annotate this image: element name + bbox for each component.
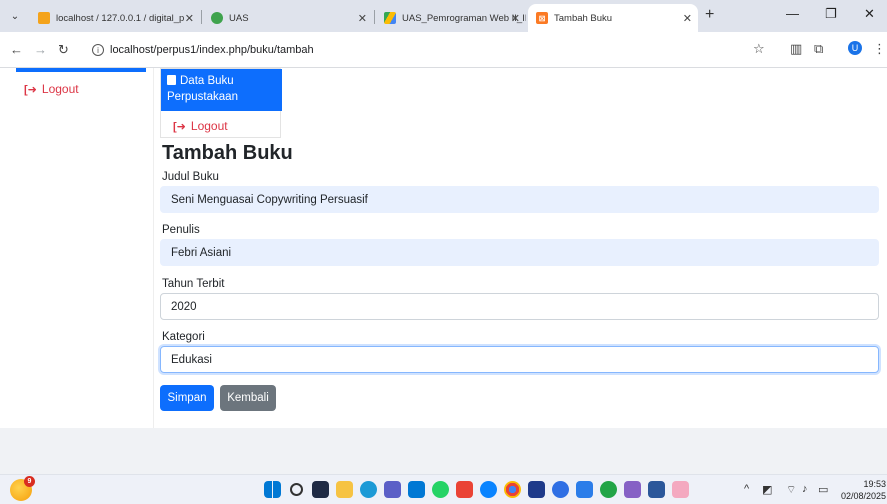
bookmark-star-icon[interactable]: ☆ — [753, 41, 765, 57]
menu-kebab-icon[interactable]: ⋮ — [873, 41, 886, 57]
reload-icon[interactable]: ↻ — [58, 42, 69, 58]
browser-tab-strip: ⌄ localhost / 127.0.0.1 / digital_p ✕ UA… — [0, 0, 887, 32]
chat-icon[interactable] — [480, 481, 497, 498]
profile-avatar-icon[interactable]: U — [848, 41, 862, 55]
tab-tambah-buku[interactable]: ⊠ Tambah Buku ✕ — [528, 4, 698, 32]
gmail-icon[interactable] — [456, 481, 473, 498]
submenu-logout-link[interactable]: [➜ Logout — [173, 119, 228, 133]
site-info-icon[interactable]: i — [92, 44, 104, 56]
logout-label: Logout — [41, 82, 79, 96]
close-icon[interactable]: ✕ — [185, 12, 194, 25]
windows-taskbar: 9 ^ ◩ ⌔ ♪ ▭ 19:53 02/08/2025 — [0, 474, 887, 504]
judul-buku-input[interactable]: Seni Menguasai Copywriting Persuasif — [160, 186, 879, 213]
system-clock[interactable]: 19:53 02/08/2025 — [836, 478, 886, 502]
tray-chevron-up-icon[interactable]: ^ — [744, 483, 749, 495]
close-icon[interactable]: ✕ — [683, 12, 692, 25]
tab-divider — [374, 10, 375, 24]
visual-studio-icon[interactable] — [624, 481, 641, 498]
judul-buku-label: Judul Buku — [162, 171, 219, 183]
menu-item-row: Data Buku — [167, 73, 282, 89]
xampp-icon: ⊠ — [536, 12, 548, 24]
forward-arrow-icon[interactable]: → — [34, 42, 47, 57]
menu-item-data-buku[interactable]: Data Buku Perpustakaan — [161, 69, 282, 111]
whatsapp-icon[interactable] — [432, 481, 449, 498]
green-leaf-icon — [211, 12, 223, 24]
reading-list-icon[interactable]: ▥ — [790, 41, 802, 57]
kategori-input[interactable]: Edukasi — [160, 346, 879, 373]
tab-divider — [201, 10, 202, 24]
tahun-terbit-value: 2020 — [171, 300, 197, 313]
page-title: Tambah Buku — [162, 142, 293, 164]
tab-label: UAS — [229, 12, 249, 24]
simpan-button[interactable]: Simpan — [160, 385, 214, 411]
penulis-value: Febri Asiani — [171, 246, 232, 259]
weather-widget-icon[interactable]: 9 — [10, 476, 35, 501]
minimize-icon[interactable]: — — [786, 6, 799, 21]
snipping-tool-icon[interactable] — [672, 481, 689, 498]
phpmyadmin-icon — [38, 12, 50, 24]
address-url[interactable]: localhost/perpus1/index.php/buku/tambah — [110, 44, 314, 56]
tab-uas[interactable]: UAS ✕ — [203, 4, 373, 32]
extensions-puzzle-icon[interactable]: ⧉ — [814, 41, 823, 57]
copilot-icon[interactable]: ◩ — [762, 483, 772, 496]
calendar-icon[interactable] — [528, 481, 545, 498]
sidebar-active-indicator — [16, 68, 146, 72]
tab-label: UAS_Pemrograman Web II_IF40 — [402, 12, 526, 24]
store-icon[interactable] — [408, 481, 425, 498]
logout-icon: [➜ — [24, 83, 37, 96]
browser-toolbar: ← → ↻ i localhost/perpus1/index.php/buku… — [0, 32, 887, 68]
new-tab-plus-icon[interactable]: + — [705, 6, 714, 24]
book-icon — [167, 75, 176, 85]
weather-badge: 9 — [24, 476, 35, 487]
task-view-icon[interactable] — [312, 481, 329, 498]
window-close-icon[interactable]: ✕ — [864, 6, 875, 22]
penulis-input[interactable]: Febri Asiani — [160, 239, 879, 266]
edge-browser-icon[interactable] — [360, 481, 377, 498]
file-explorer-icon[interactable] — [336, 481, 353, 498]
tab-label: localhost / 127.0.0.1 / digital_p — [56, 12, 185, 24]
page-footer-area — [0, 428, 887, 474]
close-icon[interactable]: ✕ — [358, 12, 367, 25]
windows-start-icon[interactable] — [264, 481, 281, 498]
address-bar[interactable]: i localhost/perpus1/index.php/buku/tamba… — [92, 37, 778, 63]
sidebar: [➜ Logout — [0, 68, 154, 428]
tab-search-chevron-icon[interactable]: ⌄ — [6, 7, 24, 25]
chrome-profile-icon[interactable] — [552, 481, 569, 498]
menu-item-label-line1: Data Buku — [180, 75, 234, 87]
wifi-icon[interactable]: ⌔ — [786, 483, 796, 497]
chrome-icon[interactable] — [504, 481, 521, 498]
clock-date: 02/08/2025 — [840, 491, 886, 501]
close-icon[interactable]: ✕ — [511, 12, 520, 25]
tab-label: Tambah Buku — [554, 12, 613, 24]
tahun-terbit-input[interactable]: 2020 — [160, 293, 879, 320]
menu-item-label-line2: Perpustakaan — [167, 91, 238, 103]
back-arrow-icon[interactable]: ← — [10, 42, 23, 57]
volume-icon[interactable]: ♪ — [802, 483, 808, 495]
judul-buku-value: Seni Menguasai Copywriting Persuasif — [171, 193, 368, 206]
tab-phpmyadmin[interactable]: localhost / 127.0.0.1 / digital_p ✕ — [30, 4, 200, 32]
sub-menu: Data Buku Perpustakaan [➜ Logout — [160, 68, 282, 138]
tahun-terbit-label: Tahun Terbit — [162, 278, 225, 290]
green-app-icon[interactable] — [600, 481, 617, 498]
logout-icon: [➜ — [173, 120, 186, 133]
teams-icon[interactable] — [384, 481, 401, 498]
clock-time: 19:53 — [863, 479, 886, 489]
sidebar-logout-link[interactable]: [➜ Logout — [24, 82, 79, 96]
kategori-label: Kategori — [162, 331, 205, 343]
battery-icon[interactable]: ▭ — [818, 483, 828, 496]
maximize-icon[interactable]: ❐ — [825, 6, 837, 22]
vscode-icon[interactable] — [576, 481, 593, 498]
kembali-button[interactable]: Kembali — [220, 385, 276, 411]
logout-label: Logout — [190, 119, 228, 133]
word-icon[interactable] — [648, 481, 665, 498]
penulis-label: Penulis — [162, 224, 200, 236]
search-icon[interactable] — [290, 483, 303, 496]
tab-google-drive[interactable]: UAS_Pemrograman Web II_IF40 ✕ — [376, 4, 526, 32]
google-drive-icon — [384, 12, 396, 24]
kategori-value: Edukasi — [171, 353, 212, 366]
